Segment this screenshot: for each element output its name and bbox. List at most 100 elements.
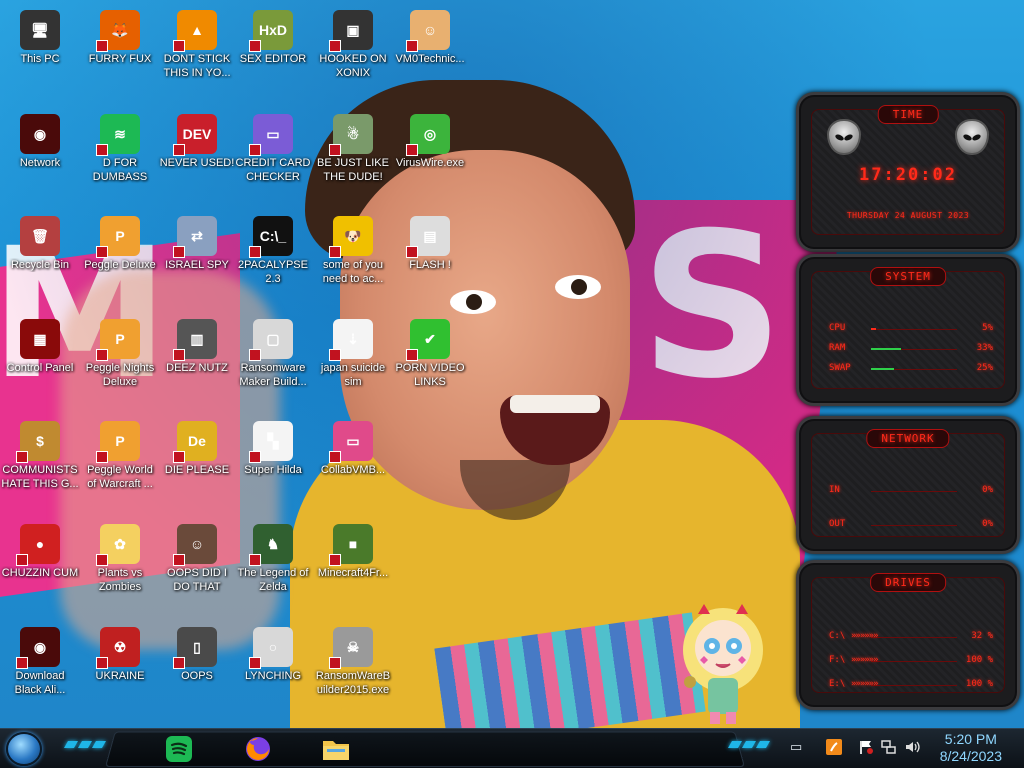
desktop-icon[interactable]: ▥ DEEZ NUTZ bbox=[157, 313, 237, 375]
shortcut-badge-icon bbox=[249, 40, 261, 52]
desktop-icon-label: ISRAEL SPY bbox=[165, 259, 229, 271]
desktop-icon[interactable]: ● CHUZZIN CUM bbox=[0, 518, 80, 580]
desktop-icon[interactable]: P Peggle Nights Deluxe bbox=[80, 313, 160, 389]
desktop-icon[interactable]: P Peggle Deluxe bbox=[80, 210, 160, 272]
peggle-nights-icon: P bbox=[96, 319, 140, 361]
recycle-bin-icon: 🗑 bbox=[20, 216, 60, 256]
shortcut-badge-icon bbox=[96, 40, 108, 52]
gadget-drives-title: DRIVES bbox=[870, 573, 946, 592]
desktop-icon[interactable]: 🦊 FURRY FUX bbox=[80, 4, 160, 66]
santa-icon: ☃ bbox=[329, 114, 373, 156]
hxd-editor-icon: HxD bbox=[249, 10, 293, 52]
desktop-icon-label: RansomWareBuilder2015.exe bbox=[315, 670, 391, 696]
desktop-icon-label: DIE PLEASE bbox=[164, 464, 230, 476]
desktop-icon[interactable]: ■ Minecraft4Fr... bbox=[313, 518, 393, 580]
alienware-system-gadget[interactable]: TIME 17:20:02 THURSDAY 24 AUGUST 2023 SY… bbox=[792, 92, 1024, 710]
desktop-icon[interactable]: ⇄ ISRAEL SPY bbox=[157, 210, 237, 272]
network-icon[interactable] bbox=[880, 739, 896, 757]
desktop-icon[interactable]: ▢ Ransomware Maker Build... bbox=[233, 313, 313, 389]
desktop-icon[interactable]: P Peggle World of Warcraft ... bbox=[80, 415, 160, 491]
xonix-game-icon: ▣ bbox=[329, 10, 373, 52]
shortcut-badge-icon bbox=[329, 657, 341, 669]
desktop-icon[interactable]: HxD SEX EDITOR bbox=[233, 4, 313, 66]
desktop-icon[interactable]: ☺ VM0Technic... bbox=[390, 4, 470, 66]
flash-folder-icon: ▤ bbox=[406, 216, 450, 258]
desktop-icon-label: PORN VIDEO LINKS bbox=[395, 362, 465, 388]
desktop-icon[interactable]: 🐶 some of you need to ac... bbox=[313, 210, 393, 286]
skull-icon: ☠ bbox=[329, 627, 373, 669]
plant-flower-icon: ✿ bbox=[96, 524, 140, 566]
volume-icon[interactable] bbox=[904, 739, 920, 757]
desktop-icon[interactable]: ▭ CollabVMB... bbox=[313, 415, 393, 477]
taskbar-spotify-app[interactable] bbox=[163, 733, 195, 765]
gadget-row-track bbox=[871, 685, 957, 686]
desktop-icon[interactable]: ▲ DONT STICK THIS IN YO... bbox=[157, 4, 237, 80]
gadget-clock: 17:20:02 bbox=[859, 165, 957, 185]
shortcut-badge-icon bbox=[329, 144, 341, 156]
desktop-icon-label: NEVER USED! bbox=[159, 157, 235, 169]
shortcut-badge-icon bbox=[96, 144, 108, 156]
gadget-row-label: SWAP bbox=[829, 363, 851, 373]
gadget-row: IN 0% bbox=[829, 485, 993, 499]
gadget-row-value: 25% bbox=[976, 363, 993, 373]
taskbar-clock[interactable]: 5:20 PM 8/24/2023 bbox=[940, 731, 1002, 765]
show-hidden-icons-button[interactable]: ▭ bbox=[790, 739, 802, 757]
desktop-icon[interactable]: ○ LYNCHING bbox=[233, 621, 313, 683]
desktop-icon[interactable]: 🖥 This PC bbox=[0, 4, 80, 66]
gadget-time-title: TIME bbox=[877, 105, 939, 124]
desktop-icon[interactable]: ▯ OOPS bbox=[157, 621, 237, 683]
desktop-icon[interactable]: ♞ The Legend of Zelda bbox=[233, 518, 313, 594]
desktop-icon[interactable]: DEV NEVER USED! bbox=[157, 108, 237, 170]
gadget-row: SWAP 25% bbox=[829, 363, 993, 377]
flag-icon[interactable] bbox=[858, 739, 874, 757]
shortcut-badge-icon bbox=[406, 144, 418, 156]
desktop-icon[interactable]: ◉ Download Black Ali... bbox=[0, 621, 80, 697]
desktop-icon[interactable]: $ COMMUNISTS HATE THIS G... bbox=[0, 415, 80, 491]
desktop-icon[interactable]: 🗑 Recycle Bin bbox=[0, 210, 80, 272]
taskbar-file-explorer-app[interactable] bbox=[320, 733, 352, 765]
desktop-icon-label: CHUZZIN CUM bbox=[1, 567, 79, 579]
radiation-icon: ☢ bbox=[96, 627, 140, 669]
desktop-icon[interactable]: ▣ HOOKED ON XONIX bbox=[313, 4, 393, 80]
desktop-icon-label: The Legend of Zelda bbox=[237, 567, 309, 593]
taskbar-firefox-app[interactable] bbox=[242, 733, 274, 765]
desktop-icon[interactable]: ⇣ japan suicide sim bbox=[313, 313, 393, 389]
desktop-icon[interactable]: ◉ Network bbox=[0, 108, 80, 170]
desktop-icon[interactable]: ▤ FLASH ! bbox=[390, 210, 470, 272]
desktop-icon[interactable]: ▚ Super Hilda bbox=[233, 415, 313, 477]
desktop-icon[interactable]: C:\_ 2PACALYPSE 2.3 bbox=[233, 210, 313, 286]
shortcut-badge-icon bbox=[249, 246, 261, 258]
lime-wire-icon: ◎ bbox=[406, 114, 450, 156]
desktop-icon[interactable]: ☺ OOPS DID I DO THAT bbox=[157, 518, 237, 594]
desktop-icon[interactable]: ☢ UKRAINE bbox=[80, 621, 160, 683]
taskbar-app-area bbox=[104, 731, 746, 768]
gadget-usage-bar bbox=[871, 368, 894, 370]
desktop-icon[interactable]: ☃ BE JUST LIKE THE DUDE! bbox=[313, 108, 393, 184]
desktop-icon-label: SEX EDITOR bbox=[239, 53, 307, 65]
desktop-icon[interactable]: ☠ RansomWareBuilder2015.exe bbox=[313, 621, 393, 697]
desktop-icon[interactable]: ▭ CREDIT CARD CHECKER bbox=[233, 108, 313, 184]
peggle-wow-icon: P bbox=[96, 421, 140, 463]
gadget-row: CPU 5% bbox=[829, 323, 993, 337]
desktop-icon-label: Ransomware Maker Build... bbox=[239, 362, 307, 388]
firefox-icon: 🦊 bbox=[96, 10, 140, 52]
desktop-icon[interactable]: De DIE PLEASE bbox=[157, 415, 237, 477]
gadget-row: C:\ 32 % »»»»»» bbox=[829, 631, 993, 645]
gadget-network-panel: NETWORK IN 0% OUT 0% bbox=[796, 416, 1020, 554]
desktop-icon-label: Network bbox=[19, 157, 61, 169]
gadget-system-panel: SYSTEM CPU 5% RAM 33% SWAP 25% bbox=[796, 254, 1020, 406]
desktop-icon[interactable]: ◎ VirusWire.exe bbox=[390, 108, 470, 170]
start-button[interactable] bbox=[6, 732, 42, 766]
gadget-row-label: C:\ bbox=[829, 631, 846, 641]
gadget-network-title: NETWORK bbox=[866, 429, 950, 448]
java-icon[interactable] bbox=[826, 739, 842, 757]
gadget-usage-bar bbox=[871, 348, 901, 350]
desktop-icon[interactable]: ≋ D FOR DUMBASS bbox=[80, 108, 160, 184]
desktop-icon[interactable]: ▦ Control Panel bbox=[0, 313, 80, 375]
shortcut-badge-icon bbox=[249, 144, 261, 156]
gadget-row-value: 5% bbox=[982, 323, 993, 333]
desktop-icon[interactable]: ✿ Plants vs Zombies bbox=[80, 518, 160, 594]
clock-time: 5:20 PM bbox=[944, 731, 997, 747]
desktop-icon[interactable]: ✔ PORN VIDEO LINKS bbox=[390, 313, 470, 389]
desktop-icon-label: COMMUNISTS HATE THIS G... bbox=[1, 464, 79, 490]
